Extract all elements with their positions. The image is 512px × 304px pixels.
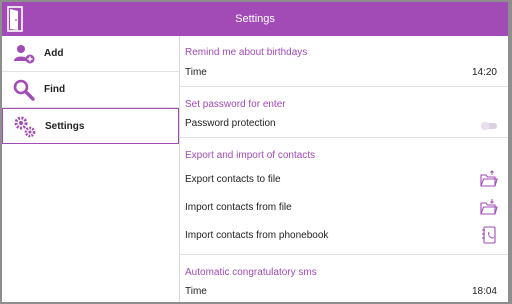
password-protection-toggle[interactable]: [480, 118, 498, 131]
magnifier-icon: [12, 78, 36, 102]
birthday-time-label[interactable]: Time: [185, 67, 207, 78]
add-user-icon: [12, 42, 36, 66]
sidebar: Add Find Settings: [2, 36, 180, 302]
sidebar-item-find[interactable]: Find: [2, 72, 179, 108]
phonebook-icon[interactable]: [480, 226, 498, 244]
password-protection-label: Password protection: [185, 118, 276, 129]
section-header-sms: Automatic congratulatory sms: [185, 267, 317, 278]
settings-panel: Remind me about birthdays Time 14:20 Set…: [180, 36, 508, 302]
folder-export-icon[interactable]: [480, 170, 498, 188]
divider: [180, 254, 508, 255]
import-file-label[interactable]: Import contacts from file: [185, 202, 292, 213]
title-bar: Settings: [2, 2, 508, 36]
section-header-birthdays: Remind me about birthdays: [185, 47, 308, 58]
app-window: Settings Add Find Settings Remind me abo…: [2, 2, 508, 302]
export-contacts-label[interactable]: Export contacts to file: [185, 174, 281, 185]
sms-time-label[interactable]: Time: [185, 286, 207, 297]
folder-import-icon[interactable]: [480, 198, 498, 216]
page-title: Settings: [235, 13, 275, 25]
section-header-password: Set password for enter: [185, 99, 286, 110]
section-header-contacts: Export and import of contacts: [185, 150, 316, 161]
import-phonebook-label[interactable]: Import contacts from phonebook: [185, 230, 328, 241]
sms-time-value[interactable]: 18:04: [472, 286, 497, 297]
sidebar-item-label: Settings: [45, 121, 85, 132]
sidebar-item-add[interactable]: Add: [2, 36, 179, 72]
sidebar-item-settings[interactable]: Settings: [2, 108, 179, 144]
sidebar-item-label: Add: [44, 48, 64, 59]
gears-icon: [13, 115, 37, 139]
divider: [180, 86, 508, 87]
divider: [180, 137, 508, 138]
birthday-time-value[interactable]: 14:20: [472, 67, 497, 78]
sidebar-item-label: Find: [44, 84, 66, 95]
